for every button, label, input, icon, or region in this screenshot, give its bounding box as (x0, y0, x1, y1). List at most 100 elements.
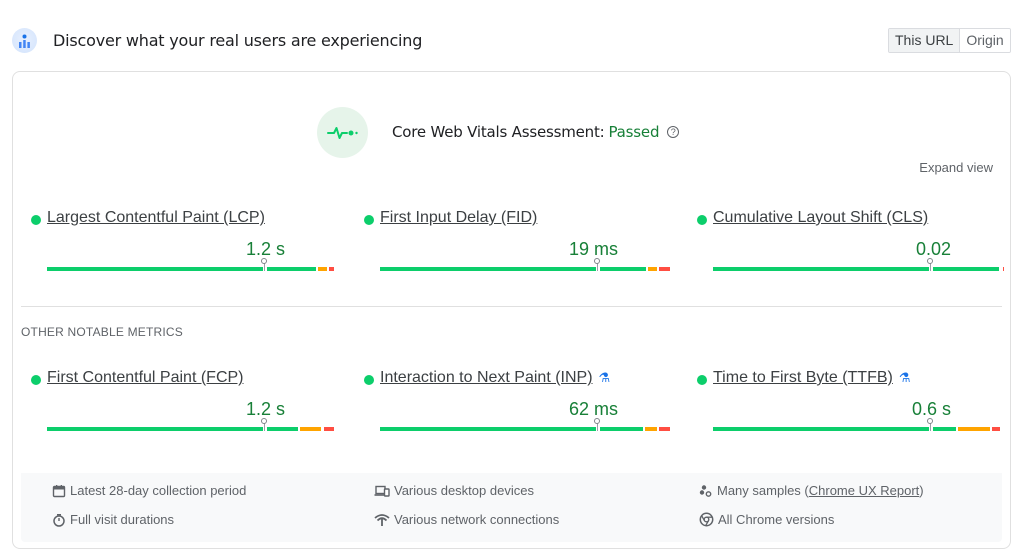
toggle-this-url[interactable]: This URL (889, 29, 961, 52)
p75-marker (261, 258, 267, 271)
metric-name-link[interactable]: Interaction to Next Paint (INP) ⚗ (380, 369, 610, 387)
footer-text: Full visit durations (70, 512, 175, 527)
bar-segment-needs-improvement (957, 427, 991, 431)
footer-text: Many samples ( (717, 483, 809, 498)
status-good-dot (364, 215, 374, 225)
distribution-bar (380, 258, 670, 271)
bar-segment-good-left (380, 267, 596, 271)
metric-name-link[interactable]: Cumulative Layout Shift (CLS) (713, 209, 928, 227)
metric-card: Largest Contentful Paint (LCP) 1.2 s (31, 207, 335, 277)
footer-item-network: Various network connections (374, 512, 559, 527)
marker-pin-icon (261, 258, 267, 264)
metric-value: 62 ms (568, 399, 618, 419)
footer-text: Various network connections (394, 512, 560, 527)
p75-marker (261, 418, 267, 431)
section-header: Discover what your real users are experi… (0, 0, 1024, 72)
distribution-bar (47, 258, 337, 271)
distribution-bar (47, 418, 337, 431)
metric-value: 1.2 s (245, 399, 285, 419)
marker-pin-icon (594, 258, 600, 264)
marker-pin-icon (261, 418, 267, 424)
devices-icon (374, 485, 390, 497)
marker-pin-icon (927, 418, 933, 424)
distribution-bar (713, 418, 1003, 431)
footer-text: All Chrome versions (718, 512, 835, 527)
bar-segment-good-right (266, 427, 299, 431)
assessment-label: Core Web Vitals Assessment: Passed (392, 123, 659, 141)
status-good-dot (31, 375, 41, 385)
section-title: Discover what your real users are experi… (53, 31, 423, 50)
footer-item-collection-period: Latest 28-day collection period (52, 483, 246, 498)
bar-segment-good-right (932, 267, 1000, 271)
bar-segment-needs-improvement (647, 267, 658, 271)
bar-segment-needs-improvement (644, 427, 658, 431)
status-good-dot (364, 375, 374, 385)
assessment-status: Passed (608, 123, 660, 141)
metric-name[interactable]: Interaction to Next Paint (INP) (380, 369, 593, 386)
metric-name[interactable]: Time to First Byte (TTFB) (713, 369, 893, 386)
url-origin-toggle[interactable]: This URL Origin (888, 28, 1011, 53)
bar-segment-good-left (47, 267, 263, 271)
footer-item-devices: Various desktop devices (374, 483, 534, 498)
pulse-icon (317, 106, 368, 158)
metric-value: 0.6 s (911, 399, 951, 419)
toggle-origin[interactable]: Origin (960, 29, 1010, 52)
chrome-ux-report-link[interactable]: Chrome UX Report (809, 483, 920, 498)
footer-item-samples: Many samples (Chrome UX Report) (699, 483, 924, 498)
status-good-dot (697, 375, 707, 385)
calendar-icon (52, 484, 66, 497)
other-metrics-heading: OTHER NOTABLE METRICS (21, 325, 183, 339)
field-data-card: Core Web Vitals Assessment: Passed ? Expa… (12, 71, 1011, 549)
bar-segment-poor (329, 267, 335, 271)
metric-value: 0.02 (915, 239, 951, 259)
metric-name-link[interactable]: Time to First Byte (TTFB) ⚗ (713, 369, 911, 387)
metric-name[interactable]: First Input Delay (FID) (380, 209, 537, 226)
metric-name[interactable]: Largest Contentful Paint (LCP) (47, 209, 265, 226)
footer-item-chrome-versions: All Chrome versions (699, 512, 834, 527)
bar-segment-good-left (713, 427, 929, 431)
status-good-dot (697, 215, 707, 225)
bar-segment-needs-improvement (300, 427, 322, 431)
chrome-icon (699, 512, 714, 527)
bar-segment-poor (323, 427, 335, 431)
bar-segment-poor (992, 427, 1001, 431)
stopwatch-icon (53, 513, 65, 527)
bar-segment-good-right (599, 267, 646, 271)
divider (21, 306, 1002, 307)
footer-text-suffix: ) (919, 483, 924, 498)
experimental-flask-icon: ⚗ (898, 370, 911, 385)
metric-card: Time to First Byte (TTFB) ⚗ 0.6 s (697, 367, 1001, 437)
metric-card: First Input Delay (FID) 19 ms (364, 207, 670, 277)
metric-card: Cumulative Layout Shift (CLS) 0.02 (697, 207, 1003, 277)
metric-name-link[interactable]: Largest Contentful Paint (LCP) (47, 209, 265, 227)
p75-marker (927, 258, 933, 271)
metric-card: Interaction to Next Paint (INP) ⚗ 62 ms (364, 367, 670, 437)
experimental-flask-icon: ⚗ (598, 370, 611, 385)
metric-name-link[interactable]: First Contentful Paint (FCP) (47, 369, 244, 387)
bar-segment-good-right (266, 267, 316, 271)
bar-segment-poor (659, 427, 670, 431)
metric-value: 19 ms (568, 239, 618, 259)
help-icon[interactable]: ? (667, 126, 680, 138)
expand-view-link[interactable]: Expand view (919, 160, 993, 175)
data-source-footer: Latest 28-day collection period Full vis… (21, 473, 1002, 542)
status-good-dot (31, 215, 41, 225)
distribution-bar (380, 418, 670, 431)
network-icon (374, 513, 390, 526)
metric-card: First Contentful Paint (FCP) 1.2 s (31, 367, 335, 437)
metric-name[interactable]: Cumulative Layout Shift (CLS) (713, 209, 928, 226)
assessment-title: Core Web Vitals Assessment: (392, 123, 605, 141)
metric-value: 1.2 s (245, 239, 285, 259)
p75-marker (927, 418, 933, 431)
bar-segment-needs-improvement (317, 267, 328, 271)
bar-segment-good-right (932, 427, 956, 431)
cwv-assessment: Core Web Vitals Assessment: Passed ? (317, 106, 680, 158)
crux-icon (12, 28, 37, 53)
samples-icon (699, 484, 712, 497)
marker-pin-icon (927, 258, 933, 264)
footer-text: Latest 28-day collection period (70, 483, 247, 498)
p75-marker (594, 418, 600, 431)
metric-name-link[interactable]: First Input Delay (FID) (380, 209, 537, 227)
metric-name[interactable]: First Contentful Paint (FCP) (47, 369, 244, 386)
bar-segment-poor (659, 267, 670, 271)
